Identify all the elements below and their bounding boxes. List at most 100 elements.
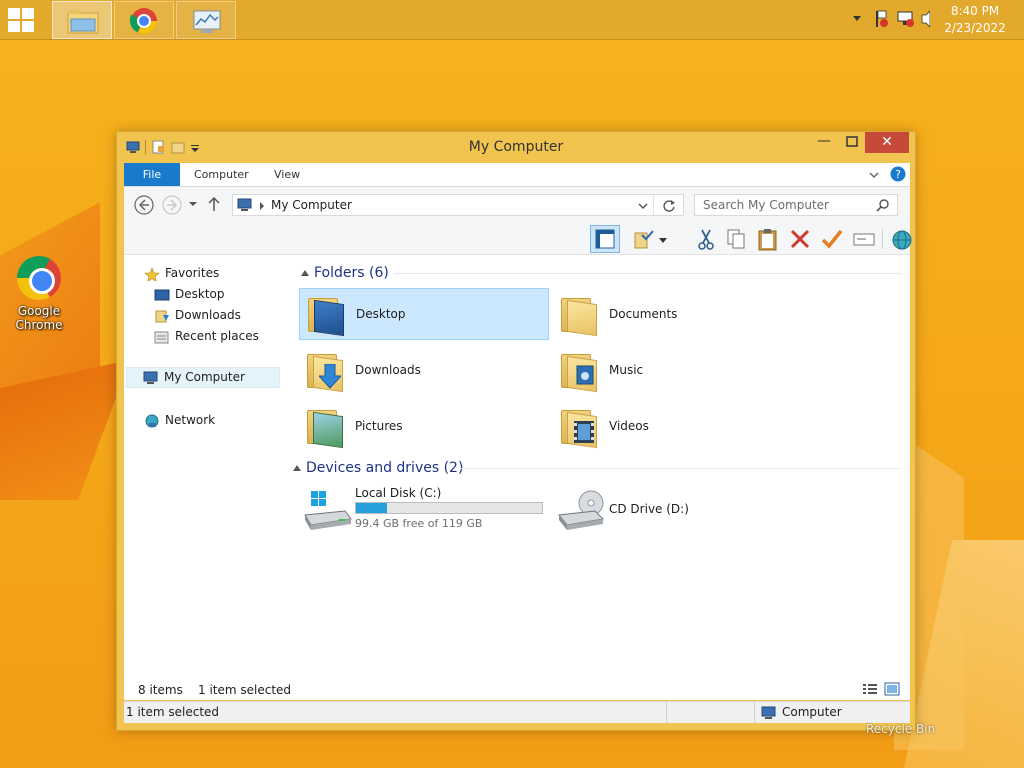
select-toggle-button[interactable] [632,227,656,251]
explorer-window: My Computer — ✕ File Computer View ? My … [116,131,916,731]
clipboard-icon [758,229,777,251]
forward-arrow-icon[interactable] [160,193,184,217]
documents-folder-icon [559,294,601,337]
system-tray [850,0,931,40]
pictures-folder-icon [305,406,347,449]
nav-label: Network [165,413,216,427]
drive-cd-d[interactable]: CD Drive (D:) [553,482,803,536]
taskbar-clock[interactable]: 8:40 PM 2/23/2022 [940,3,1010,37]
collapse-triangle-icon [301,270,309,276]
close-button[interactable]: ✕ [865,132,909,153]
folder-label: Desktop [356,307,406,321]
nav-downloads[interactable]: Downloads [154,305,241,326]
up-arrow-icon[interactable] [206,195,222,213]
address-history-chevron-down-icon[interactable] [637,200,649,212]
drive-label: Local Disk (C:) [355,486,442,500]
rename-icon [853,233,875,246]
tab-view[interactable]: View [274,163,300,186]
taskbar-file-explorer[interactable] [52,1,112,39]
group-divider [461,468,901,469]
group-header-devices[interactable]: Devices and drives (2) [292,458,463,478]
drive-label: CD Drive (D:) [609,502,689,516]
select-options-chevron-down-icon[interactable] [658,237,668,245]
status-item-count: 8 items [138,683,183,697]
drive-usage-bar [355,502,543,514]
refresh-icon[interactable] [661,198,677,214]
back-arrow-icon[interactable] [132,193,156,217]
maximize-button[interactable] [839,132,865,153]
group-header-text: Devices and drives (2) [306,460,464,476]
preview-pane-button[interactable] [590,225,620,253]
start-windows-icon[interactable] [8,8,34,32]
folder-desktop[interactable]: Desktop [299,288,549,340]
folder-music[interactable]: Music [553,344,803,396]
clock-time: 8:40 PM [950,4,1000,18]
nav-favorites[interactable]: Favorites [144,263,219,284]
help-icon[interactable]: ? [890,166,906,182]
scissors-icon [698,229,714,250]
nav-recent-places[interactable]: Recent places [154,326,259,347]
downloads-folder-icon [155,310,169,322]
folder-documents[interactable]: Documents [553,288,803,340]
videos-folder-icon [559,406,601,449]
file-explorer-icon [67,10,99,34]
show-hidden-icons-icon[interactable] [853,16,861,21]
network-icon[interactable] [897,11,914,27]
nav-my-computer[interactable]: My Computer [126,367,280,388]
taskbar-monitor-app[interactable] [176,1,236,39]
network-globe-button[interactable] [890,227,914,251]
title-bar[interactable]: My Computer — ✕ [117,132,915,162]
delete-button[interactable] [788,227,812,251]
svg-text:?: ? [895,168,901,181]
drive-free-text: 99.4 GB free of 119 GB [355,517,483,530]
search-placeholder: Search My Computer [703,198,829,212]
group-header-folders[interactable]: Folders (6) [300,263,389,283]
recent-places-icon [154,331,169,343]
large-icons-view-icon[interactable] [884,682,900,696]
properties-check-button[interactable] [820,227,844,251]
collapse-triangle-icon [293,465,301,471]
downloads-folder-icon [305,350,347,393]
action-center-flag-icon[interactable] [876,10,888,27]
folder-label: Music [609,363,644,377]
recycle-bin-label-partial[interactable]: Recycle Bin [866,722,935,736]
folder-label: Downloads [355,363,421,377]
copy-button[interactable] [724,227,748,251]
recent-locations-chevron-down-icon[interactable] [188,199,198,209]
music-folder-icon [559,350,601,393]
cut-button[interactable] [694,227,718,251]
search-icon[interactable] [875,198,891,214]
preview-pane-icon [595,229,615,249]
drive-usage-fill [356,503,387,513]
nav-network[interactable]: Network [144,410,215,431]
volume-muted-icon[interactable] [921,10,931,28]
status-bar: 8 items 1 item selected [124,680,910,700]
folder-pictures[interactable]: Pictures [299,400,549,452]
minimize-button[interactable]: — [811,132,837,153]
expand-ribbon-chevron-down-icon[interactable] [868,169,880,181]
command-toolbar [124,223,912,255]
search-field[interactable]: Search My Computer [694,194,898,216]
clock-date: 2/23/2022 [944,21,1006,35]
ribbon-tabs: File Computer View ? [124,163,910,187]
computer-icon [143,371,158,384]
breadcrumb-chevron-right-icon[interactable] [258,201,266,211]
tab-computer[interactable]: Computer [194,163,249,186]
desktop-folder-icon [306,294,348,337]
status-bottom-selected: 1 item selected [126,705,220,719]
folder-downloads[interactable]: Downloads [299,344,549,396]
nav-desktop[interactable]: Desktop [154,284,225,305]
tab-file[interactable]: File [124,163,180,186]
rename-button[interactable] [852,227,876,251]
folder-videos[interactable]: Videos [553,400,803,452]
desktop-icon-label: Google [17,304,61,318]
folder-label: Pictures [355,419,403,433]
nav-label: Recent places [175,329,259,343]
details-view-icon[interactable] [862,682,878,696]
paste-button[interactable] [756,227,780,251]
folder-label: Documents [609,307,678,321]
desktop-icon-chrome[interactable]: Google Chrome [8,256,70,332]
group-divider [394,273,902,274]
taskbar-chrome[interactable] [114,1,174,39]
address-bar[interactable]: My Computer [232,194,684,216]
